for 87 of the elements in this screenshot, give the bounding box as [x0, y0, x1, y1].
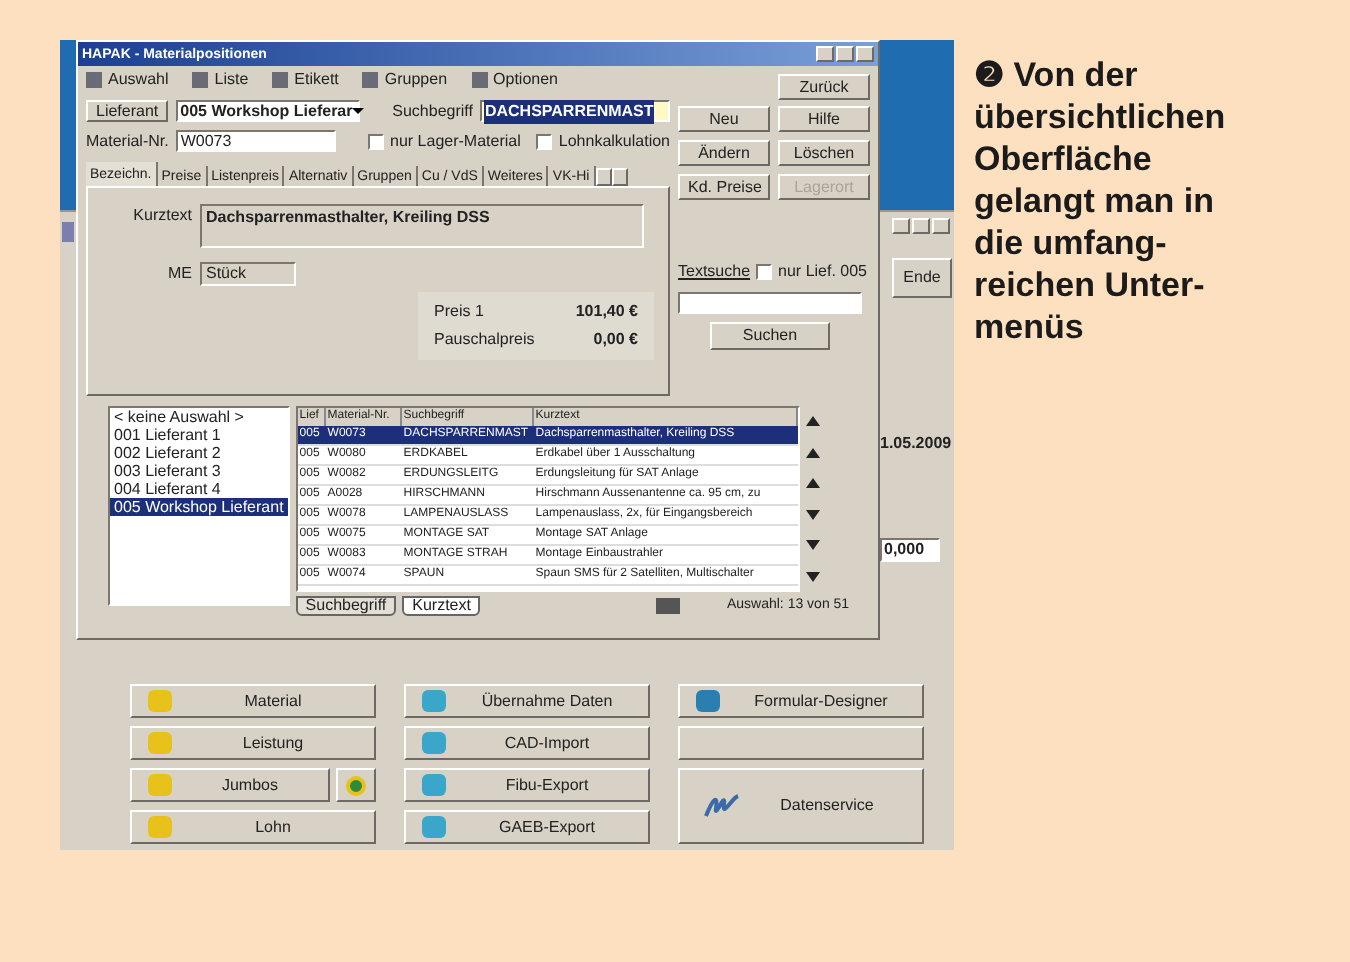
search-button[interactable]: Suchen [710, 322, 830, 350]
toolbar-button[interactable]: Gruppen [362, 72, 448, 88]
module-icon [148, 774, 172, 796]
price-value: 0,00 € [593, 328, 638, 352]
module-icon [422, 816, 446, 838]
checkbox[interactable] [756, 264, 773, 280]
side-button[interactable]: Kd. Preise [678, 174, 770, 200]
window-icon [62, 222, 74, 242]
checkbox-label: nur Lager-Material [390, 133, 521, 149]
toolbar-icon [86, 72, 102, 88]
price-label: Pauschalpreis [434, 328, 535, 352]
short-text-field[interactable]: Dachsparrenmasthalter, Kreiling DSS [200, 204, 644, 248]
module-button[interactable]: GAEB-Export [404, 810, 650, 844]
supplier-item[interactable]: 001 Lieferant 1 [110, 426, 288, 444]
field-label: Textsuche [678, 260, 751, 284]
dropdown-arrow-icon [352, 108, 365, 114]
module-icon [422, 690, 446, 712]
minimize-icon[interactable] [816, 46, 834, 62]
side-button[interactable]: Hilfe [778, 106, 870, 132]
module-icon [148, 816, 172, 838]
navigation-icon[interactable] [805, 569, 820, 584]
down-arrow-icon[interactable] [805, 507, 820, 522]
navigation-icon[interactable] [656, 598, 681, 615]
toolbar-button[interactable]: Auswahl [86, 72, 169, 88]
supplier-button[interactable]: Lieferant [86, 100, 169, 122]
toolbar-button[interactable]: Liste [192, 72, 249, 88]
tab[interactable]: Kurztext [402, 596, 481, 617]
side-button[interactable]: Ändern [678, 140, 770, 166]
toolbar-icon [192, 72, 209, 88]
module-icon [696, 690, 720, 712]
icon-button[interactable] [336, 768, 376, 802]
side-button[interactable]: Löschen [778, 140, 870, 166]
tab[interactable]: Suchbegriff [295, 596, 397, 617]
minimize-icon[interactable] [892, 218, 910, 234]
supplier-item[interactable]: < keine Auswahl > [110, 408, 288, 426]
module-button[interactable]: CAD-Import [404, 726, 650, 760]
navigation-icon[interactable] [805, 414, 820, 429]
module-button[interactable]: Datenservice [678, 768, 924, 844]
field-label: Kurztext [131, 204, 192, 228]
toolbar-icon [272, 72, 289, 88]
end-button[interactable]: Ende [892, 258, 952, 298]
module-button[interactable]: Material [130, 684, 376, 718]
module-button[interactable]: Formular-Designer [678, 684, 924, 718]
text-search-field[interactable] [678, 292, 862, 314]
checkbox[interactable] [536, 133, 553, 149]
search-term-field[interactable]: DACHSPARRENMAST [480, 100, 670, 122]
module-button[interactable]: Leistung [130, 726, 376, 760]
module-button[interactable]: Übernahme Daten [404, 684, 650, 718]
toolbar-icon [362, 72, 379, 88]
material-number-field[interactable]: W0073 [176, 130, 337, 152]
price-value: 101,40 € [575, 300, 638, 324]
navigation-icon[interactable] [805, 538, 820, 553]
module-icon [422, 732, 446, 754]
maximize-icon[interactable] [912, 218, 930, 234]
close-icon[interactable] [932, 218, 950, 234]
module-button[interactable]: Lohn [130, 810, 376, 844]
module-icon [422, 774, 446, 796]
toolbar-button[interactable]: Optionen [471, 72, 558, 88]
navigation-icon[interactable] [805, 445, 820, 460]
module-icon [148, 732, 172, 754]
back-button[interactable]: Zurück [778, 74, 870, 100]
signature-icon [704, 792, 740, 820]
toolbar-icon [471, 72, 488, 88]
supplier-item[interactable]: 002 Lieferant 2 [110, 444, 288, 462]
close-icon[interactable] [856, 46, 874, 62]
field-label: Suchbegriff [392, 99, 473, 123]
maximize-icon[interactable] [836, 46, 854, 62]
field-label: Material-Nr. [86, 129, 169, 153]
checkbox-label: Lohnkalkulation [558, 133, 670, 149]
caption: ❷ Von der übersichtlichen Oberfläche gelangt man in die umfang- reichen Unter- menüs [974, 54, 1228, 348]
price-label: Preis 1 [434, 300, 484, 324]
checkbox-label: nur Lief. 005 [778, 264, 868, 280]
module-button[interactable]: Fibu-Export [404, 768, 650, 802]
field-label: ME [166, 262, 192, 286]
unit-field[interactable]: Stück [200, 262, 296, 286]
module-icon [148, 690, 172, 712]
module-button[interactable]: Jumbos [130, 768, 330, 802]
supplier-item[interactable]: 004 Lieferant 4 [110, 480, 288, 498]
toolbar-button[interactable]: Etikett [272, 72, 339, 88]
amount-field[interactable]: 0,000 [880, 538, 940, 562]
supplier-item[interactable]: 005 Workshop Lieferant [110, 498, 288, 516]
date-text: 1.05.2009 [880, 432, 952, 456]
side-button[interactable]: Neu [678, 106, 770, 132]
supplier-dropdown[interactable]: 005 Workshop Lieferar [176, 100, 361, 122]
up-arrow-icon[interactable] [805, 476, 820, 491]
checkbox[interactable] [368, 133, 385, 149]
supplier-item[interactable]: 003 Lieferant 3 [110, 462, 288, 480]
